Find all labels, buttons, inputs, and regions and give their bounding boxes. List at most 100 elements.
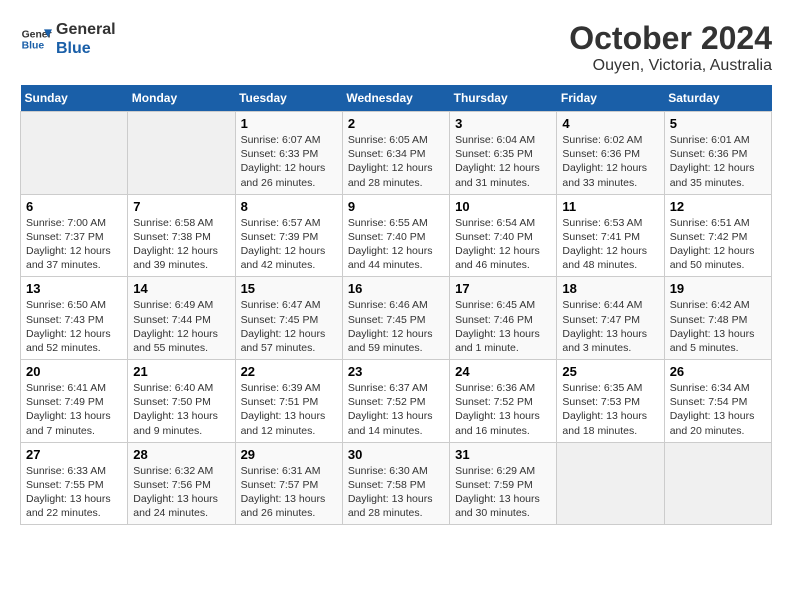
sunrise-text: Sunrise: 6:57 AM <box>241 217 321 229</box>
calendar-cell: 13 Sunrise: 6:50 AM Sunset: 7:43 PM Dayl… <box>21 277 128 360</box>
daylight-text: Daylight: 12 hours and 46 minutes. <box>455 245 540 271</box>
calendar-title: October 2024 <box>569 20 772 57</box>
sunset-text: Sunset: 7:42 PM <box>670 231 748 243</box>
weekday-thursday: Thursday <box>450 85 557 112</box>
calendar-cell: 19 Sunrise: 6:42 AM Sunset: 7:48 PM Dayl… <box>664 277 771 360</box>
daylight-text: Daylight: 13 hours and 3 minutes. <box>562 328 647 354</box>
sunset-text: Sunset: 7:39 PM <box>241 231 319 243</box>
calendar-cell <box>128 112 235 195</box>
calendar-cell: 24 Sunrise: 6:36 AM Sunset: 7:52 PM Dayl… <box>450 360 557 443</box>
day-number: 1 <box>241 116 337 131</box>
daylight-text: Daylight: 13 hours and 9 minutes. <box>133 410 218 436</box>
sunrise-text: Sunrise: 6:40 AM <box>133 382 213 394</box>
day-number: 11 <box>562 199 658 214</box>
daylight-text: Daylight: 12 hours and 50 minutes. <box>670 245 755 271</box>
sunrise-text: Sunrise: 6:51 AM <box>670 217 750 229</box>
sunrise-text: Sunrise: 6:35 AM <box>562 382 642 394</box>
sunrise-text: Sunrise: 6:05 AM <box>348 134 428 146</box>
sunset-text: Sunset: 7:40 PM <box>348 231 426 243</box>
sunset-text: Sunset: 7:46 PM <box>455 314 533 326</box>
day-number: 27 <box>26 447 122 462</box>
calendar-cell: 25 Sunrise: 6:35 AM Sunset: 7:53 PM Dayl… <box>557 360 664 443</box>
weekday-friday: Friday <box>557 85 664 112</box>
sunset-text: Sunset: 7:51 PM <box>241 396 319 408</box>
daylight-text: Daylight: 12 hours and 42 minutes. <box>241 245 326 271</box>
day-number: 3 <box>455 116 551 131</box>
calendar-cell: 22 Sunrise: 6:39 AM Sunset: 7:51 PM Dayl… <box>235 360 342 443</box>
day-number: 25 <box>562 364 658 379</box>
day-info: Sunrise: 6:30 AM Sunset: 7:58 PM Dayligh… <box>348 464 444 521</box>
calendar-cell <box>664 442 771 525</box>
calendar-cell: 4 Sunrise: 6:02 AM Sunset: 6:36 PM Dayli… <box>557 112 664 195</box>
weekday-saturday: Saturday <box>664 85 771 112</box>
calendar-subtitle: Ouyen, Victoria, Australia <box>569 57 772 75</box>
day-info: Sunrise: 6:35 AM Sunset: 7:53 PM Dayligh… <box>562 381 658 438</box>
day-info: Sunrise: 6:58 AM Sunset: 7:38 PM Dayligh… <box>133 216 229 273</box>
day-number: 28 <box>133 447 229 462</box>
calendar-cell: 29 Sunrise: 6:31 AM Sunset: 7:57 PM Dayl… <box>235 442 342 525</box>
calendar-cell: 31 Sunrise: 6:29 AM Sunset: 7:59 PM Dayl… <box>450 442 557 525</box>
sunset-text: Sunset: 7:58 PM <box>348 479 426 491</box>
day-number: 13 <box>26 281 122 296</box>
calendar-cell: 20 Sunrise: 6:41 AM Sunset: 7:49 PM Dayl… <box>21 360 128 443</box>
daylight-text: Daylight: 13 hours and 14 minutes. <box>348 410 433 436</box>
sunset-text: Sunset: 7:44 PM <box>133 314 211 326</box>
daylight-text: Daylight: 13 hours and 5 minutes. <box>670 328 755 354</box>
calendar-cell: 14 Sunrise: 6:49 AM Sunset: 7:44 PM Dayl… <box>128 277 235 360</box>
daylight-text: Daylight: 12 hours and 59 minutes. <box>348 328 433 354</box>
sunrise-text: Sunrise: 6:47 AM <box>241 299 321 311</box>
day-info: Sunrise: 6:07 AM Sunset: 6:33 PM Dayligh… <box>241 133 337 190</box>
daylight-text: Daylight: 13 hours and 30 minutes. <box>455 493 540 519</box>
day-number: 4 <box>562 116 658 131</box>
weekday-wednesday: Wednesday <box>342 85 449 112</box>
day-info: Sunrise: 6:29 AM Sunset: 7:59 PM Dayligh… <box>455 464 551 521</box>
sunrise-text: Sunrise: 6:42 AM <box>670 299 750 311</box>
sunset-text: Sunset: 6:33 PM <box>241 148 319 160</box>
day-info: Sunrise: 6:02 AM Sunset: 6:36 PM Dayligh… <box>562 133 658 190</box>
calendar-cell: 23 Sunrise: 6:37 AM Sunset: 7:52 PM Dayl… <box>342 360 449 443</box>
daylight-text: Daylight: 13 hours and 20 minutes. <box>670 410 755 436</box>
day-number: 17 <box>455 281 551 296</box>
sunrise-text: Sunrise: 6:50 AM <box>26 299 106 311</box>
sunset-text: Sunset: 7:41 PM <box>562 231 640 243</box>
day-info: Sunrise: 6:41 AM Sunset: 7:49 PM Dayligh… <box>26 381 122 438</box>
day-info: Sunrise: 6:34 AM Sunset: 7:54 PM Dayligh… <box>670 381 766 438</box>
sunrise-text: Sunrise: 6:34 AM <box>670 382 750 394</box>
sunrise-text: Sunrise: 6:44 AM <box>562 299 642 311</box>
day-number: 8 <box>241 199 337 214</box>
sunset-text: Sunset: 7:54 PM <box>670 396 748 408</box>
day-number: 22 <box>241 364 337 379</box>
day-info: Sunrise: 6:01 AM Sunset: 6:36 PM Dayligh… <box>670 133 766 190</box>
day-number: 23 <box>348 364 444 379</box>
calendar-cell: 8 Sunrise: 6:57 AM Sunset: 7:39 PM Dayli… <box>235 194 342 277</box>
sunset-text: Sunset: 6:36 PM <box>562 148 640 160</box>
day-number: 14 <box>133 281 229 296</box>
sunset-text: Sunset: 7:55 PM <box>26 479 104 491</box>
sunset-text: Sunset: 7:38 PM <box>133 231 211 243</box>
weekday-monday: Monday <box>128 85 235 112</box>
day-number: 2 <box>348 116 444 131</box>
sunrise-text: Sunrise: 6:41 AM <box>26 382 106 394</box>
day-number: 21 <box>133 364 229 379</box>
sunset-text: Sunset: 7:45 PM <box>348 314 426 326</box>
calendar-cell: 26 Sunrise: 6:34 AM Sunset: 7:54 PM Dayl… <box>664 360 771 443</box>
sunrise-text: Sunrise: 6:37 AM <box>348 382 428 394</box>
logo-general: General <box>56 20 116 39</box>
weekday-tuesday: Tuesday <box>235 85 342 112</box>
calendar-cell: 2 Sunrise: 6:05 AM Sunset: 6:34 PM Dayli… <box>342 112 449 195</box>
day-info: Sunrise: 6:47 AM Sunset: 7:45 PM Dayligh… <box>241 298 337 355</box>
sunrise-text: Sunrise: 6:33 AM <box>26 465 106 477</box>
calendar-cell: 3 Sunrise: 6:04 AM Sunset: 6:35 PM Dayli… <box>450 112 557 195</box>
day-info: Sunrise: 6:31 AM Sunset: 7:57 PM Dayligh… <box>241 464 337 521</box>
day-info: Sunrise: 6:32 AM Sunset: 7:56 PM Dayligh… <box>133 464 229 521</box>
sunset-text: Sunset: 7:52 PM <box>348 396 426 408</box>
sunset-text: Sunset: 7:37 PM <box>26 231 104 243</box>
sunrise-text: Sunrise: 6:30 AM <box>348 465 428 477</box>
daylight-text: Daylight: 12 hours and 39 minutes. <box>133 245 218 271</box>
day-number: 12 <box>670 199 766 214</box>
daylight-text: Daylight: 13 hours and 12 minutes. <box>241 410 326 436</box>
day-number: 7 <box>133 199 229 214</box>
day-number: 31 <box>455 447 551 462</box>
day-number: 26 <box>670 364 766 379</box>
sunrise-text: Sunrise: 7:00 AM <box>26 217 106 229</box>
